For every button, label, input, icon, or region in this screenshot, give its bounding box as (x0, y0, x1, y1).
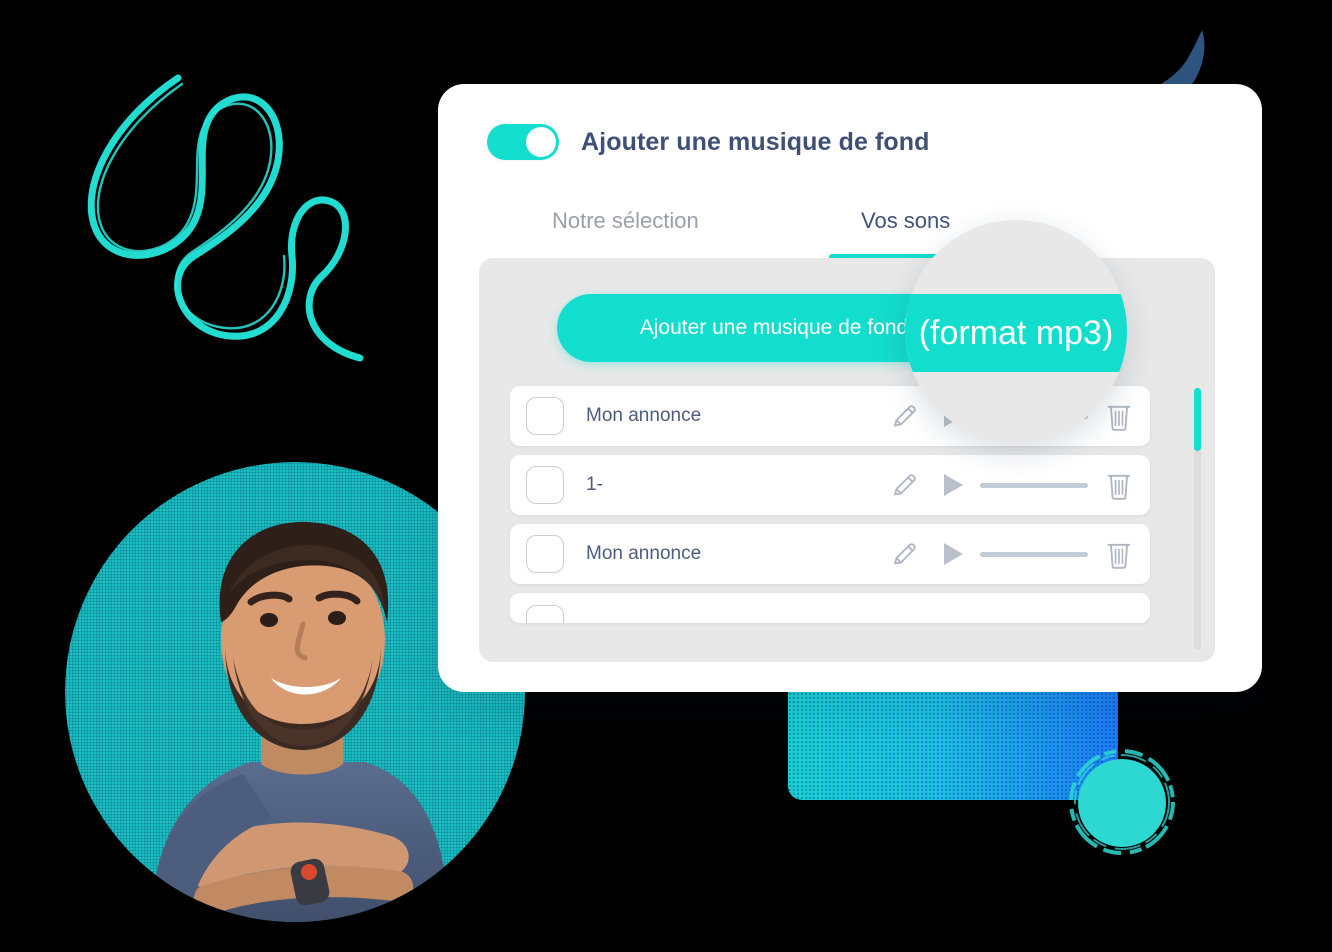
edit-button[interactable] (890, 401, 920, 431)
table-row[interactable]: 1- (510, 455, 1150, 515)
decorative-brush-circle (1066, 746, 1178, 858)
edit-button[interactable] (890, 539, 920, 569)
card-header: Ajouter une musique de fond (487, 124, 930, 160)
tab-notre-selection[interactable]: Notre sélection (552, 208, 699, 234)
sound-name: 1- (586, 474, 603, 495)
playback-progress-bar[interactable] (980, 482, 1088, 488)
row-checkbox[interactable] (526, 466, 564, 504)
magnifier-lens: (format mp3) (905, 220, 1127, 442)
background-music-toggle[interactable] (487, 124, 559, 160)
delete-button[interactable] (1106, 401, 1132, 431)
decorative-swirl-flourish (60, 70, 380, 390)
playback-progress-bar[interactable] (980, 551, 1088, 557)
page-title: Ajouter une musique de fond (581, 127, 930, 156)
play-button[interactable] (936, 539, 970, 569)
trash-icon (1107, 474, 1131, 500)
list-scrollbar[interactable] (1194, 388, 1201, 650)
scrollbar-thumb[interactable] (1194, 388, 1201, 451)
toggle-knob (526, 127, 556, 157)
delete-button[interactable] (1106, 539, 1132, 569)
edit-button[interactable] (890, 470, 920, 500)
pencil-icon (893, 474, 916, 496)
row-checkbox[interactable] (526, 535, 564, 573)
tab-vos-sons[interactable]: Vos sons (861, 208, 950, 234)
row-checkbox[interactable] (526, 397, 564, 435)
tab-bar: Notre sélection Vos sons (487, 208, 1213, 264)
play-icon (943, 543, 963, 565)
row-actions (890, 470, 1132, 500)
delete-button[interactable] (1106, 470, 1132, 500)
sound-name: Mon annonce (586, 405, 702, 426)
music-settings-card: Ajouter une musique de fond Notre sélect… (438, 84, 1262, 692)
magnified-text: (format mp3) (918, 313, 1114, 352)
table-row[interactable] (510, 593, 1150, 623)
play-icon (943, 474, 963, 496)
play-button[interactable] (936, 470, 970, 500)
screenshot-stage: Ajouter une musique de fond Notre sélect… (0, 0, 1332, 952)
row-actions (890, 539, 1132, 569)
sound-name: Mon annonce (586, 543, 702, 564)
trash-icon (1107, 543, 1131, 569)
pencil-icon (893, 405, 916, 427)
trash-icon (1107, 405, 1131, 431)
pencil-icon (893, 543, 916, 565)
row-checkbox[interactable] (526, 605, 564, 623)
table-row[interactable]: Mon annonce (510, 524, 1150, 584)
